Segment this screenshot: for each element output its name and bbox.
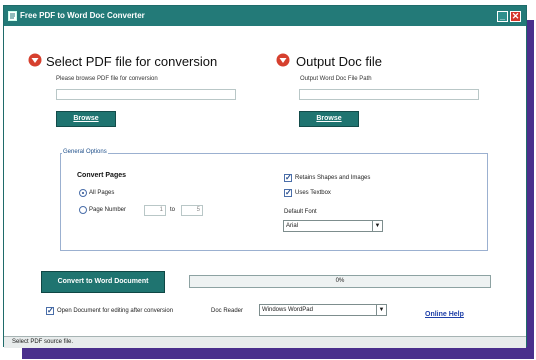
output-heading: Output Doc file [296, 54, 382, 69]
open-doc-checkbox[interactable]: ✓ [46, 306, 54, 315]
arrow-down-icon [28, 53, 42, 67]
minimize-button[interactable]: _ [497, 11, 508, 22]
source-heading: Select PDF file for conversion [46, 54, 218, 69]
doc-reader-label: Doc Reader [211, 308, 244, 314]
window-title: Free PDF to Word Doc Converter [20, 11, 145, 20]
app-window: Free PDF to Word Doc Converter _ ✕ Selec… [3, 5, 527, 348]
doc-reader-select[interactable]: Windows WordPad ▼ [259, 304, 387, 316]
general-options-group [60, 153, 488, 251]
default-font-label: Default Font [284, 209, 317, 215]
source-hint: Please browse PDF file for conversion [56, 76, 158, 82]
source-path-input[interactable] [56, 89, 236, 100]
output-browse-button[interactable]: Browse [299, 111, 359, 127]
online-help-link[interactable]: Online Help [425, 311, 464, 318]
uses-textbox-checkbox[interactable]: ✓ [284, 188, 292, 197]
default-font-value: Arial [286, 223, 299, 229]
general-options-legend: General Options [62, 149, 108, 155]
page-from-input[interactable]: 1 [144, 205, 166, 216]
progress-bar: 0% [189, 275, 491, 288]
output-path-input[interactable] [299, 89, 479, 100]
arrow-down-icon [276, 53, 290, 67]
convert-pages-label: Convert Pages [77, 172, 127, 179]
page-number-label: Page Number [89, 207, 127, 213]
chevron-down-icon[interactable]: ▼ [372, 221, 382, 231]
output-hint: Output Word Doc File Path [300, 76, 372, 82]
page-number-radio[interactable] [79, 206, 87, 214]
open-doc-label: Open Document for editing after conversi… [57, 308, 174, 314]
uses-textbox-label: Uses Textbox [295, 190, 331, 196]
all-pages-radio[interactable] [79, 189, 87, 197]
retain-shapes-checkbox[interactable]: ✓ [284, 173, 292, 182]
retain-shapes-label: Retains Shapes and Images [295, 175, 371, 181]
source-browse-button[interactable]: Browse [56, 111, 116, 127]
convert-button[interactable]: Convert to Word Document [41, 271, 165, 293]
chevron-down-icon[interactable]: ▼ [376, 305, 386, 315]
all-pages-label: All Pages [89, 190, 115, 196]
title-bar[interactable]: Free PDF to Word Doc Converter _ ✕ [4, 6, 526, 26]
close-button[interactable]: ✕ [510, 11, 521, 22]
to-label: to [170, 207, 176, 213]
document-icon [8, 11, 17, 21]
doc-reader-value: Windows WordPad [262, 307, 313, 313]
page-to-input[interactable]: 5 [181, 205, 203, 216]
status-bar: Select PDF source file. [4, 336, 526, 348]
default-font-select[interactable]: Arial ▼ [283, 220, 383, 232]
